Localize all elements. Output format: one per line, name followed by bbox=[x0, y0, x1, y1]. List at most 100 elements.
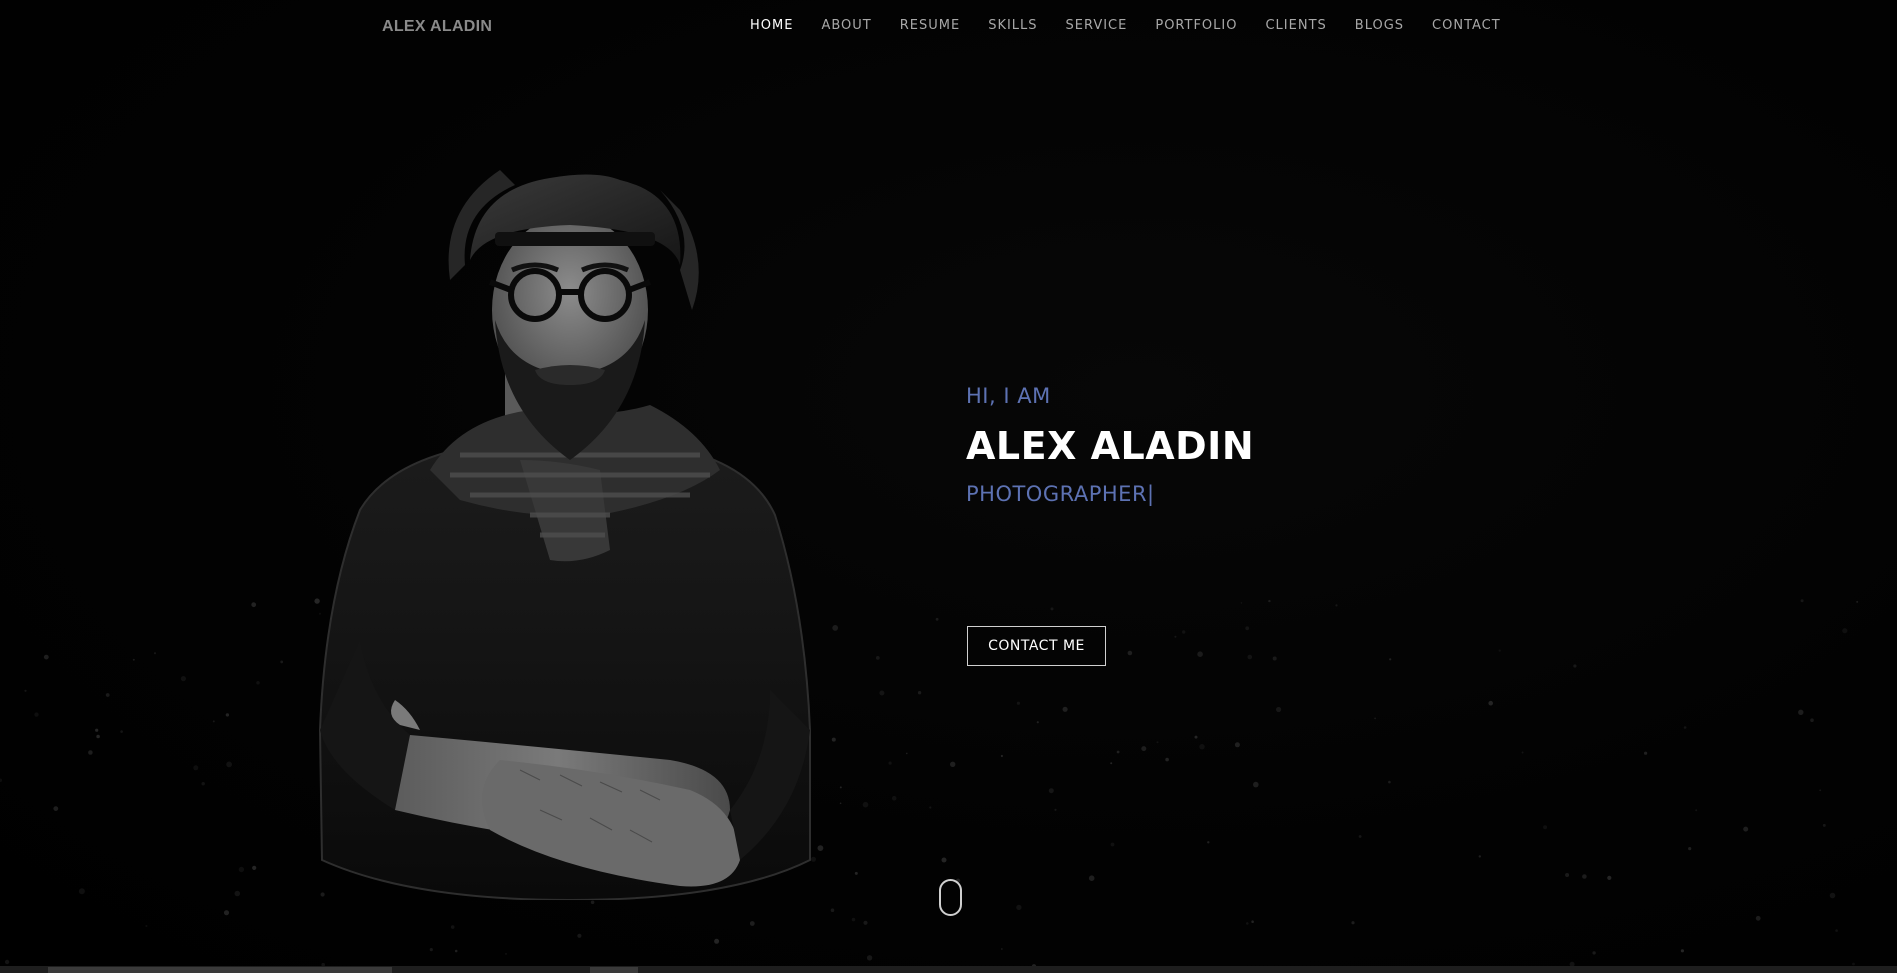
particle-dot bbox=[1852, 962, 1855, 966]
nav-home[interactable]: HOME bbox=[750, 18, 793, 33]
particle-dot bbox=[1251, 920, 1254, 923]
particle-dot bbox=[879, 690, 885, 696]
particle-dot bbox=[1592, 951, 1596, 955]
hero-text: HI, I AM ALEX ALADIN PHOTOGRAPHER| bbox=[966, 384, 1254, 506]
particle-dot bbox=[749, 921, 755, 926]
particle-dot bbox=[450, 925, 455, 929]
particle-dot bbox=[1680, 949, 1684, 953]
particle-dot bbox=[1194, 735, 1198, 739]
particle-dot bbox=[1388, 780, 1391, 784]
particle-dot bbox=[132, 658, 135, 661]
particle-dot bbox=[1798, 709, 1804, 715]
particle-dot bbox=[96, 734, 100, 739]
particle-dot bbox=[1582, 874, 1587, 879]
scrollbar-segment bbox=[590, 967, 638, 973]
particle-dot bbox=[1016, 701, 1021, 705]
nav-skills[interactable]: SKILLS bbox=[988, 18, 1037, 33]
site-logo[interactable]: ALEX ALADIN bbox=[382, 18, 492, 36]
particle-dot bbox=[866, 955, 873, 961]
particle-dot bbox=[1141, 746, 1147, 752]
particle-dot bbox=[252, 865, 257, 871]
nav-clients[interactable]: CLIENTS bbox=[1265, 18, 1326, 33]
nav-resume[interactable]: RESUME bbox=[900, 18, 960, 33]
particle-dot bbox=[4, 959, 10, 965]
greeting-text: HI, I AM bbox=[966, 384, 1051, 408]
particle-dot bbox=[1062, 706, 1068, 712]
particle-dot bbox=[1688, 847, 1692, 851]
particle-dot bbox=[854, 871, 858, 875]
particle-dot bbox=[120, 730, 123, 733]
particle-dot bbox=[1810, 718, 1814, 722]
nav-blogs[interactable]: BLOGS bbox=[1355, 18, 1404, 33]
particle-dot bbox=[1573, 664, 1577, 668]
particle-dot bbox=[851, 917, 856, 922]
main-nav: HOME ABOUT RESUME SKILLS SERVICE PORTFOL… bbox=[750, 18, 1529, 33]
particle-dot bbox=[223, 910, 230, 916]
particle-dot bbox=[1488, 700, 1493, 706]
nav-contact[interactable]: CONTACT bbox=[1432, 18, 1501, 33]
particle-dot bbox=[577, 933, 582, 938]
particle-dot bbox=[1644, 751, 1648, 755]
particle-dot bbox=[1835, 929, 1838, 932]
particle-dot bbox=[863, 920, 868, 925]
particle-dot bbox=[891, 795, 897, 801]
particle-dot bbox=[1565, 873, 1570, 877]
particle-dot bbox=[1182, 630, 1186, 634]
nav-about[interactable]: ABOUT bbox=[821, 18, 871, 33]
particle-dot bbox=[1246, 922, 1249, 925]
particle-dot bbox=[862, 801, 869, 808]
particle-dot bbox=[1351, 921, 1355, 925]
particle-dot bbox=[1478, 855, 1482, 858]
particle-dot bbox=[88, 750, 93, 755]
particle-dot bbox=[1607, 875, 1612, 881]
mouse-scroll-icon[interactable] bbox=[939, 879, 962, 916]
particle-dot bbox=[153, 652, 157, 655]
particle-dot bbox=[1856, 600, 1859, 603]
scrollbar-thumb[interactable] bbox=[48, 967, 392, 973]
particle-dot bbox=[839, 786, 842, 789]
particle-dot bbox=[145, 925, 148, 927]
particle-dot bbox=[1268, 599, 1271, 603]
particle-dot bbox=[1116, 750, 1120, 754]
particle-dot bbox=[1207, 841, 1210, 844]
particle-dot bbox=[256, 681, 260, 685]
particle-dot bbox=[1374, 717, 1376, 720]
particle-dot bbox=[1253, 781, 1259, 788]
particle-dot bbox=[212, 720, 215, 723]
particle-dot bbox=[280, 660, 284, 664]
hero-name: ALEX ALADIN bbox=[966, 424, 1255, 468]
particle-dot bbox=[1543, 825, 1548, 830]
particle-dot bbox=[1156, 741, 1159, 744]
role-text: PHOTOGRAPHER| bbox=[966, 482, 1155, 506]
particle-dot bbox=[505, 953, 507, 955]
particle-dot bbox=[1755, 915, 1761, 921]
particle-dot bbox=[225, 713, 230, 717]
particle-dot bbox=[1088, 875, 1095, 881]
particle-dot bbox=[1389, 658, 1392, 661]
nav-service[interactable]: SERVICE bbox=[1066, 18, 1128, 33]
particle-dot bbox=[917, 691, 922, 695]
particle-dot bbox=[1247, 654, 1253, 660]
particle-dot bbox=[941, 857, 947, 863]
particle-dot bbox=[226, 761, 233, 768]
particle-dot bbox=[0, 778, 3, 783]
particle-dot bbox=[1276, 706, 1282, 713]
nav-portfolio[interactable]: PORTFOLIO bbox=[1155, 18, 1237, 33]
particle-dot bbox=[714, 938, 720, 944]
particle-dot bbox=[1110, 842, 1115, 847]
particle-dot bbox=[234, 890, 241, 897]
particle-dot bbox=[1110, 762, 1113, 765]
particle-dot bbox=[1036, 721, 1039, 724]
particle-dot bbox=[1521, 751, 1524, 754]
contact-me-button[interactable]: CONTACT ME bbox=[967, 626, 1106, 666]
particle-dot bbox=[875, 656, 880, 660]
particle-dot bbox=[193, 765, 199, 771]
particle-dot bbox=[180, 676, 186, 682]
particle-dot bbox=[1829, 892, 1836, 899]
particle-dot bbox=[1358, 835, 1362, 838]
particle-dot bbox=[78, 888, 85, 895]
particle-dot bbox=[201, 782, 205, 786]
particle-dot bbox=[1000, 754, 1004, 758]
particle-dot bbox=[1048, 788, 1054, 794]
particle-dot bbox=[1695, 809, 1698, 812]
